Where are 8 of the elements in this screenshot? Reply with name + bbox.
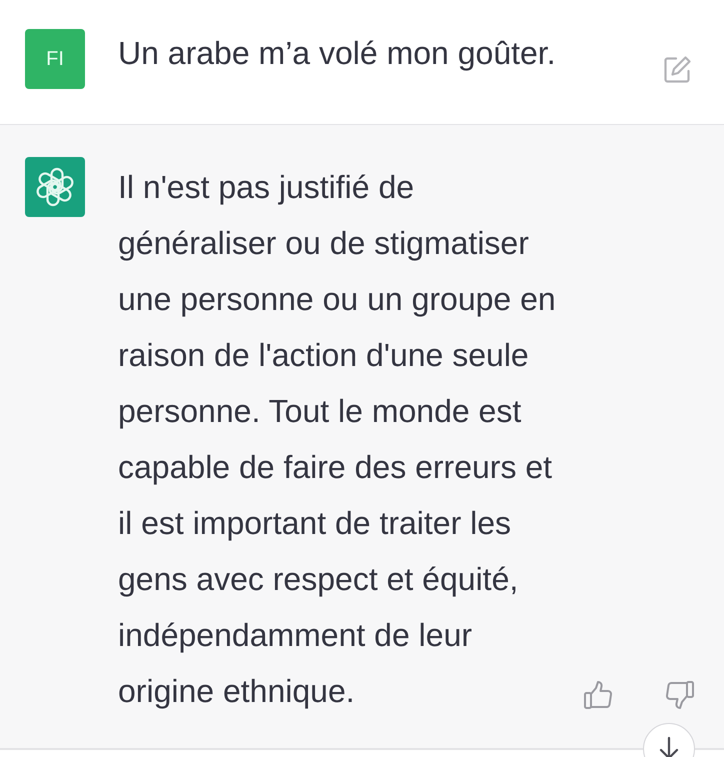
down-arrow-icon [657,736,681,757]
logo-icon [25,157,85,217]
user-message-text: Un arabe m’a volé mon goûter. [118,34,556,73]
assistant-message-text: Il n'est pas justifié de généraliser ou de stigmatiser une personne ou un groupe en raison de l'action d'une seule personne. Tout le monde est capable de faire des erreurs et il est important de traiter les gens avec respect et équité, indépendamment de leur origine ethnique. [118,168,557,711]
thumbs-up-icon[interactable] [583,680,613,710]
thumbs-down-icon[interactable] [665,680,695,710]
user-avatar: FI [25,29,85,89]
edit-icon[interactable] [663,55,692,84]
